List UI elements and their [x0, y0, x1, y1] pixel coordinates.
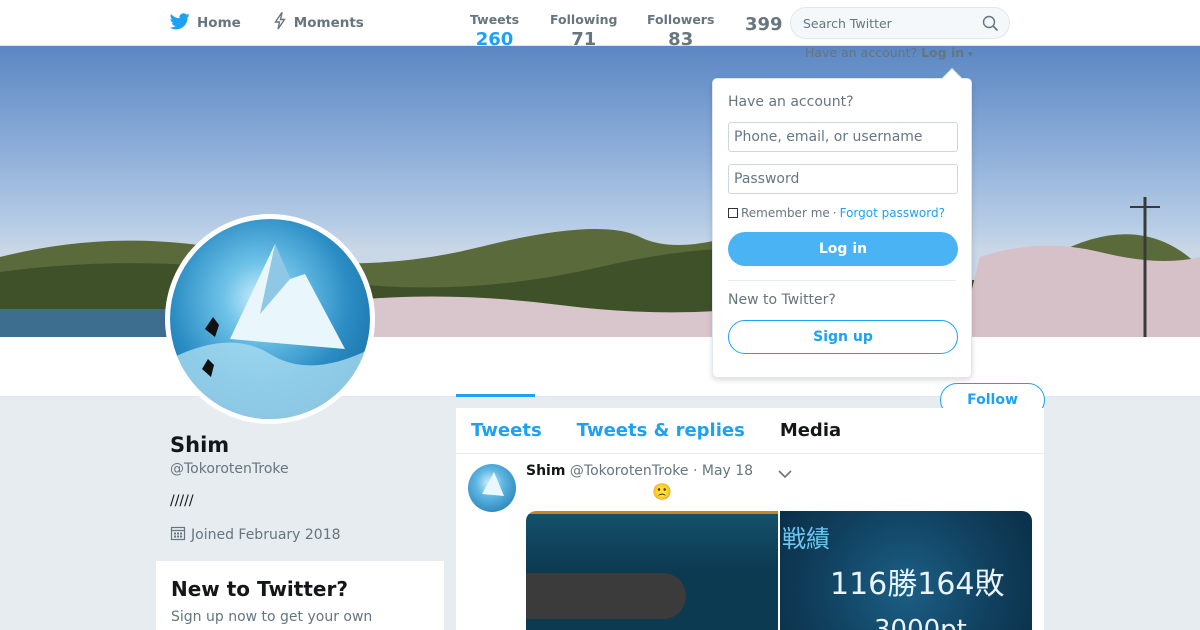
stat-value: 83: [668, 29, 694, 50]
new-to-twitter-label: New to Twitter?: [728, 292, 836, 308]
tweet-media-image-2[interactable]: 戦績 116勝164敗 3000pt: [780, 511, 1032, 630]
account-login-prompt: Have an account? Log in ▾: [805, 46, 973, 60]
tweet-media-image-1[interactable]: [526, 511, 778, 630]
remember-me-label: Remember me: [741, 206, 830, 220]
profile-joined: Joined February 2018: [170, 525, 341, 545]
password-field[interactable]: [728, 164, 958, 194]
caret-down-icon: ▾: [968, 50, 973, 60]
remember-me-checkbox[interactable]: [728, 208, 738, 218]
login-dropdown-title: Have an account?: [728, 94, 854, 110]
profile-name: Shim: [170, 433, 230, 457]
profile-handle: @TokorotenTroke: [170, 461, 289, 477]
lightning-icon: [273, 12, 287, 34]
signup-button[interactable]: Sign up: [728, 320, 958, 354]
twitter-bird-icon: [169, 12, 190, 34]
joined-date: Joined February 2018: [191, 527, 341, 543]
stat-following[interactable]: Following 71: [550, 12, 617, 50]
stat-likes[interactable]: 399: [745, 12, 783, 35]
profile-bio: /////: [170, 493, 194, 509]
media-bar-shape: [526, 573, 686, 619]
search-input[interactable]: [803, 15, 973, 31]
nav-home[interactable]: Home: [169, 12, 241, 34]
stat-label: Tweets: [470, 12, 520, 27]
nav-home-label: Home: [197, 15, 241, 31]
tweet-header: Shim @TokorotenTroke · May 18: [526, 463, 753, 479]
search-icon[interactable]: [982, 15, 999, 36]
signup-card-title: New to Twitter?: [171, 577, 348, 601]
active-stat-underline: [456, 394, 535, 397]
stat-value: 71: [571, 29, 597, 50]
stat-value: 399: [745, 14, 783, 35]
tweet-date[interactable]: · May 18: [693, 463, 753, 479]
nav-moments-label: Moments: [293, 15, 364, 31]
avatar-mountain-image: [170, 244, 370, 419]
media-text-record: 戦績: [782, 525, 830, 553]
tweet-menu-chevron-icon[interactable]: [778, 464, 792, 483]
login-dropdown: Have an account? Remember me · Forgot pa…: [712, 68, 972, 378]
signup-promo-card: New to Twitter? Sign up now to get your …: [156, 561, 444, 630]
username-field[interactable]: [728, 122, 958, 152]
primary-nav: Home Moments: [169, 0, 364, 46]
separator-dot: ·: [832, 206, 837, 220]
tweet-media[interactable]: 戦績 116勝164敗 3000pt: [526, 511, 1032, 630]
media-text-wins: 116勝164敗: [830, 567, 1005, 602]
timeline-tabs: Tweets Tweets & replies Media: [456, 408, 1044, 454]
login-button[interactable]: Log in: [728, 232, 958, 266]
tweet-avatar[interactable]: [468, 464, 516, 512]
stat-label: Followers: [647, 12, 715, 27]
tab-tweets-replies[interactable]: Tweets & replies: [577, 420, 745, 441]
calendar-icon: [170, 525, 186, 545]
login-dropdown-toggle[interactable]: Log in: [921, 46, 964, 60]
stat-label: Following: [550, 12, 618, 27]
tweet-author-handle[interactable]: @TokorotenTroke: [570, 463, 689, 479]
stat-followers[interactable]: Followers 83: [647, 12, 714, 50]
remember-row: Remember me · Forgot password?: [728, 206, 956, 220]
search-box: [790, 7, 1010, 39]
timeline: Tweets Tweets & replies Media Shim @Toko…: [456, 408, 1044, 630]
forgot-password-link[interactable]: Forgot password?: [840, 206, 945, 220]
stat-tweets[interactable]: Tweets 260: [470, 12, 519, 50]
signup-card-text: Sign up now to get your own: [171, 609, 373, 625]
account-prompt-text: Have an account?: [805, 46, 918, 60]
tab-tweets[interactable]: Tweets: [471, 420, 542, 441]
dropdown-divider: [728, 280, 956, 281]
tweet-author-name[interactable]: Shim: [526, 463, 565, 479]
stat-value: 260: [475, 29, 514, 50]
media-text-points: 3000pt: [874, 615, 967, 630]
nav-moments[interactable]: Moments: [273, 12, 364, 34]
avatar[interactable]: [165, 214, 375, 424]
tab-media[interactable]: Media: [780, 420, 841, 441]
tweet-text: 🙁: [652, 482, 672, 501]
